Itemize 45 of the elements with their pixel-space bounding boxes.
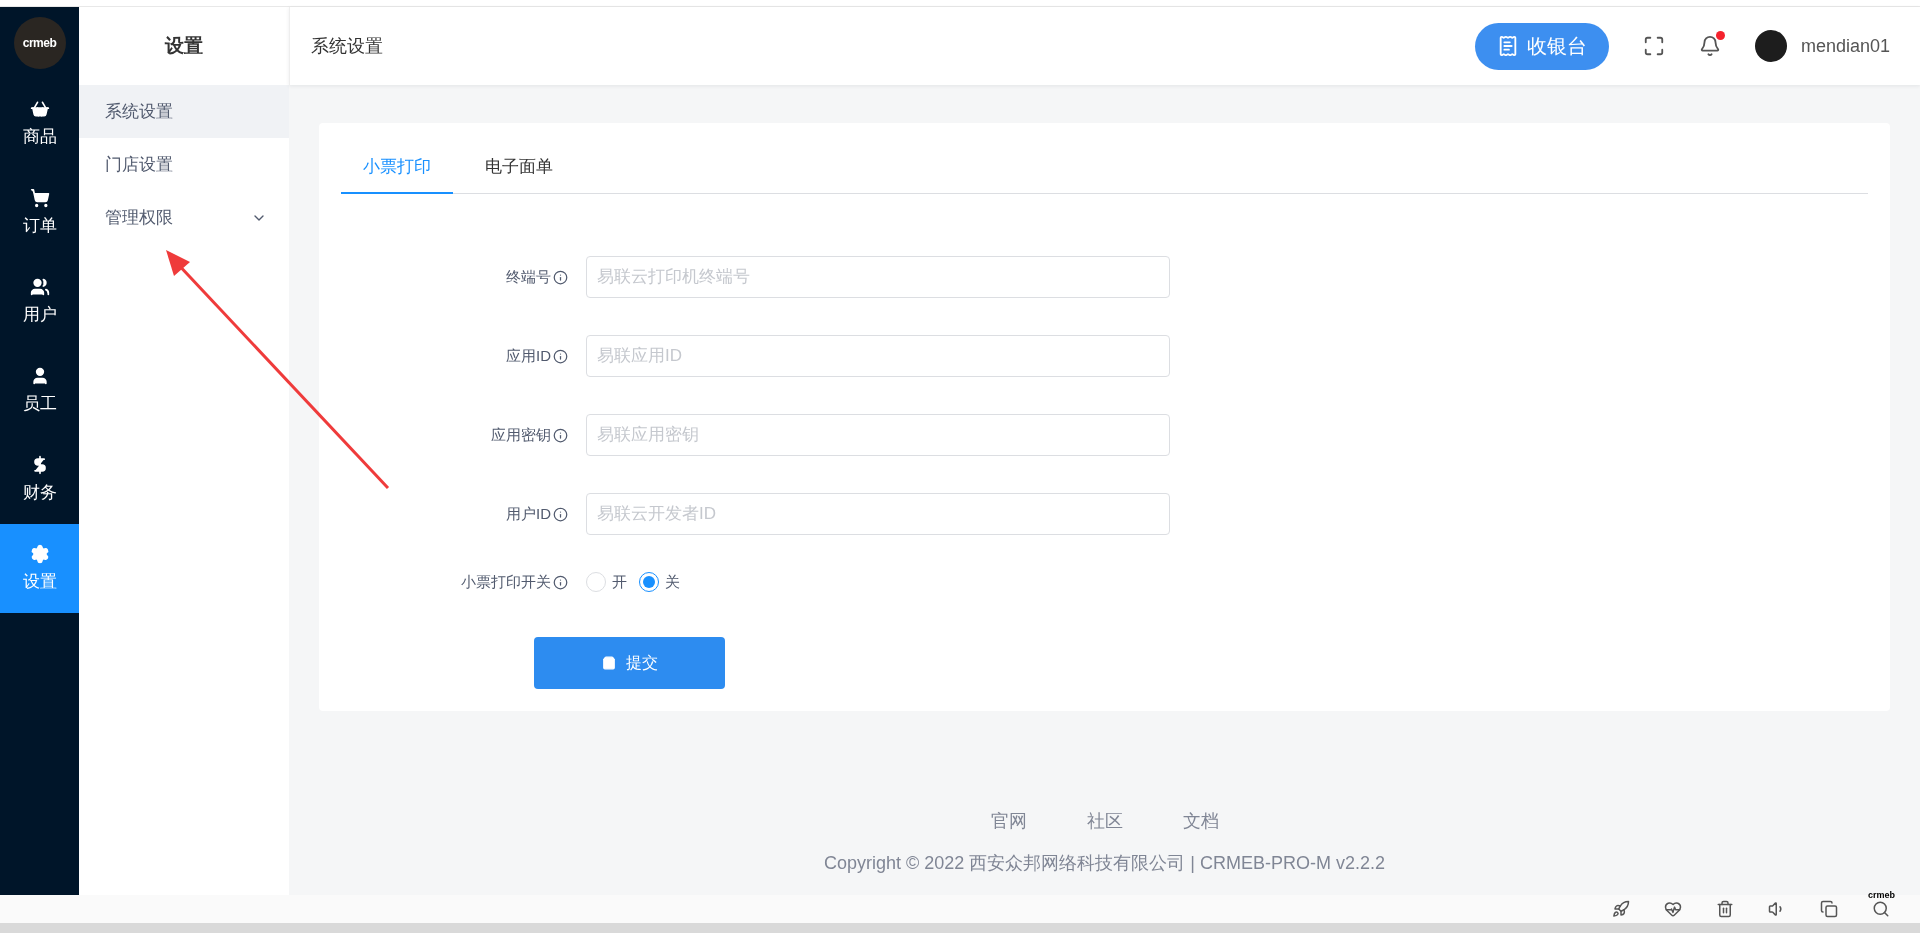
- fullscreen-button[interactable]: [1642, 35, 1665, 57]
- submenu-title: 设置: [163, 34, 204, 58]
- footer-link[interactable]: 社区: [1086, 809, 1123, 833]
- radio-label: 开: [612, 572, 627, 592]
- logo-text: crmeb: [1868, 890, 1895, 900]
- input-field[interactable]: 易联应用ID: [586, 335, 1170, 377]
- footer-link[interactable]: 文档: [1182, 809, 1219, 833]
- user-avatar[interactable]: [1754, 30, 1787, 62]
- submenu-label: 系统设置: [105, 101, 173, 123]
- field-label: 应用ID: [506, 346, 551, 366]
- search-icon[interactable]: [1872, 900, 1890, 918]
- nav-item[interactable]: 员工: [0, 346, 79, 435]
- submenu-item[interactable]: 系统设置: [79, 85, 289, 138]
- trash-icon[interactable]: [1716, 900, 1734, 918]
- heart-pulse-icon[interactable]: [1664, 900, 1682, 918]
- copyright-text: Copyright © 2022 西安众邦网络科技有限公司 | CRMEB-PRO-M v2.2.2: [823, 852, 1386, 875]
- input-field[interactable]: 易联云开发者ID: [586, 493, 1170, 535]
- info-icon[interactable]: [553, 427, 568, 443]
- info-icon[interactable]: [553, 269, 568, 285]
- page-title: 系统设置: [311, 35, 384, 58]
- field-label: 用户ID: [506, 504, 551, 524]
- input-field[interactable]: 易联云打印机终端号: [586, 256, 1170, 298]
- submenu-label: 管理权限: [105, 207, 173, 229]
- gear-icon: [29, 544, 50, 564]
- info-icon[interactable]: [553, 574, 568, 590]
- radio-label: 关: [665, 572, 680, 592]
- logo: crmeb: [13, 17, 66, 69]
- username[interactable]: mendian01: [1800, 35, 1890, 57]
- nav-item[interactable]: 用户: [0, 257, 79, 346]
- users-icon: [29, 277, 50, 297]
- submenu-label: 门店设置: [105, 154, 173, 176]
- cart-icon: [29, 188, 50, 208]
- nav-item[interactable]: 订单: [0, 168, 79, 257]
- field-label: 小票打印开关: [461, 572, 551, 592]
- tab[interactable]: 电子面单: [463, 143, 575, 194]
- copy-icon[interactable]: [1820, 900, 1838, 918]
- nav-item[interactable]: 财务: [0, 435, 79, 524]
- info-icon[interactable]: [553, 348, 568, 364]
- field-label: 终端号: [506, 267, 551, 287]
- info-icon[interactable]: [553, 506, 568, 522]
- field-label: 应用密钥: [491, 425, 551, 445]
- rocket-icon[interactable]: [1612, 900, 1630, 918]
- basket-icon: [29, 99, 50, 119]
- input-field[interactable]: 易联应用密钥: [586, 414, 1170, 456]
- nav-item[interactable]: 商品: [0, 79, 79, 168]
